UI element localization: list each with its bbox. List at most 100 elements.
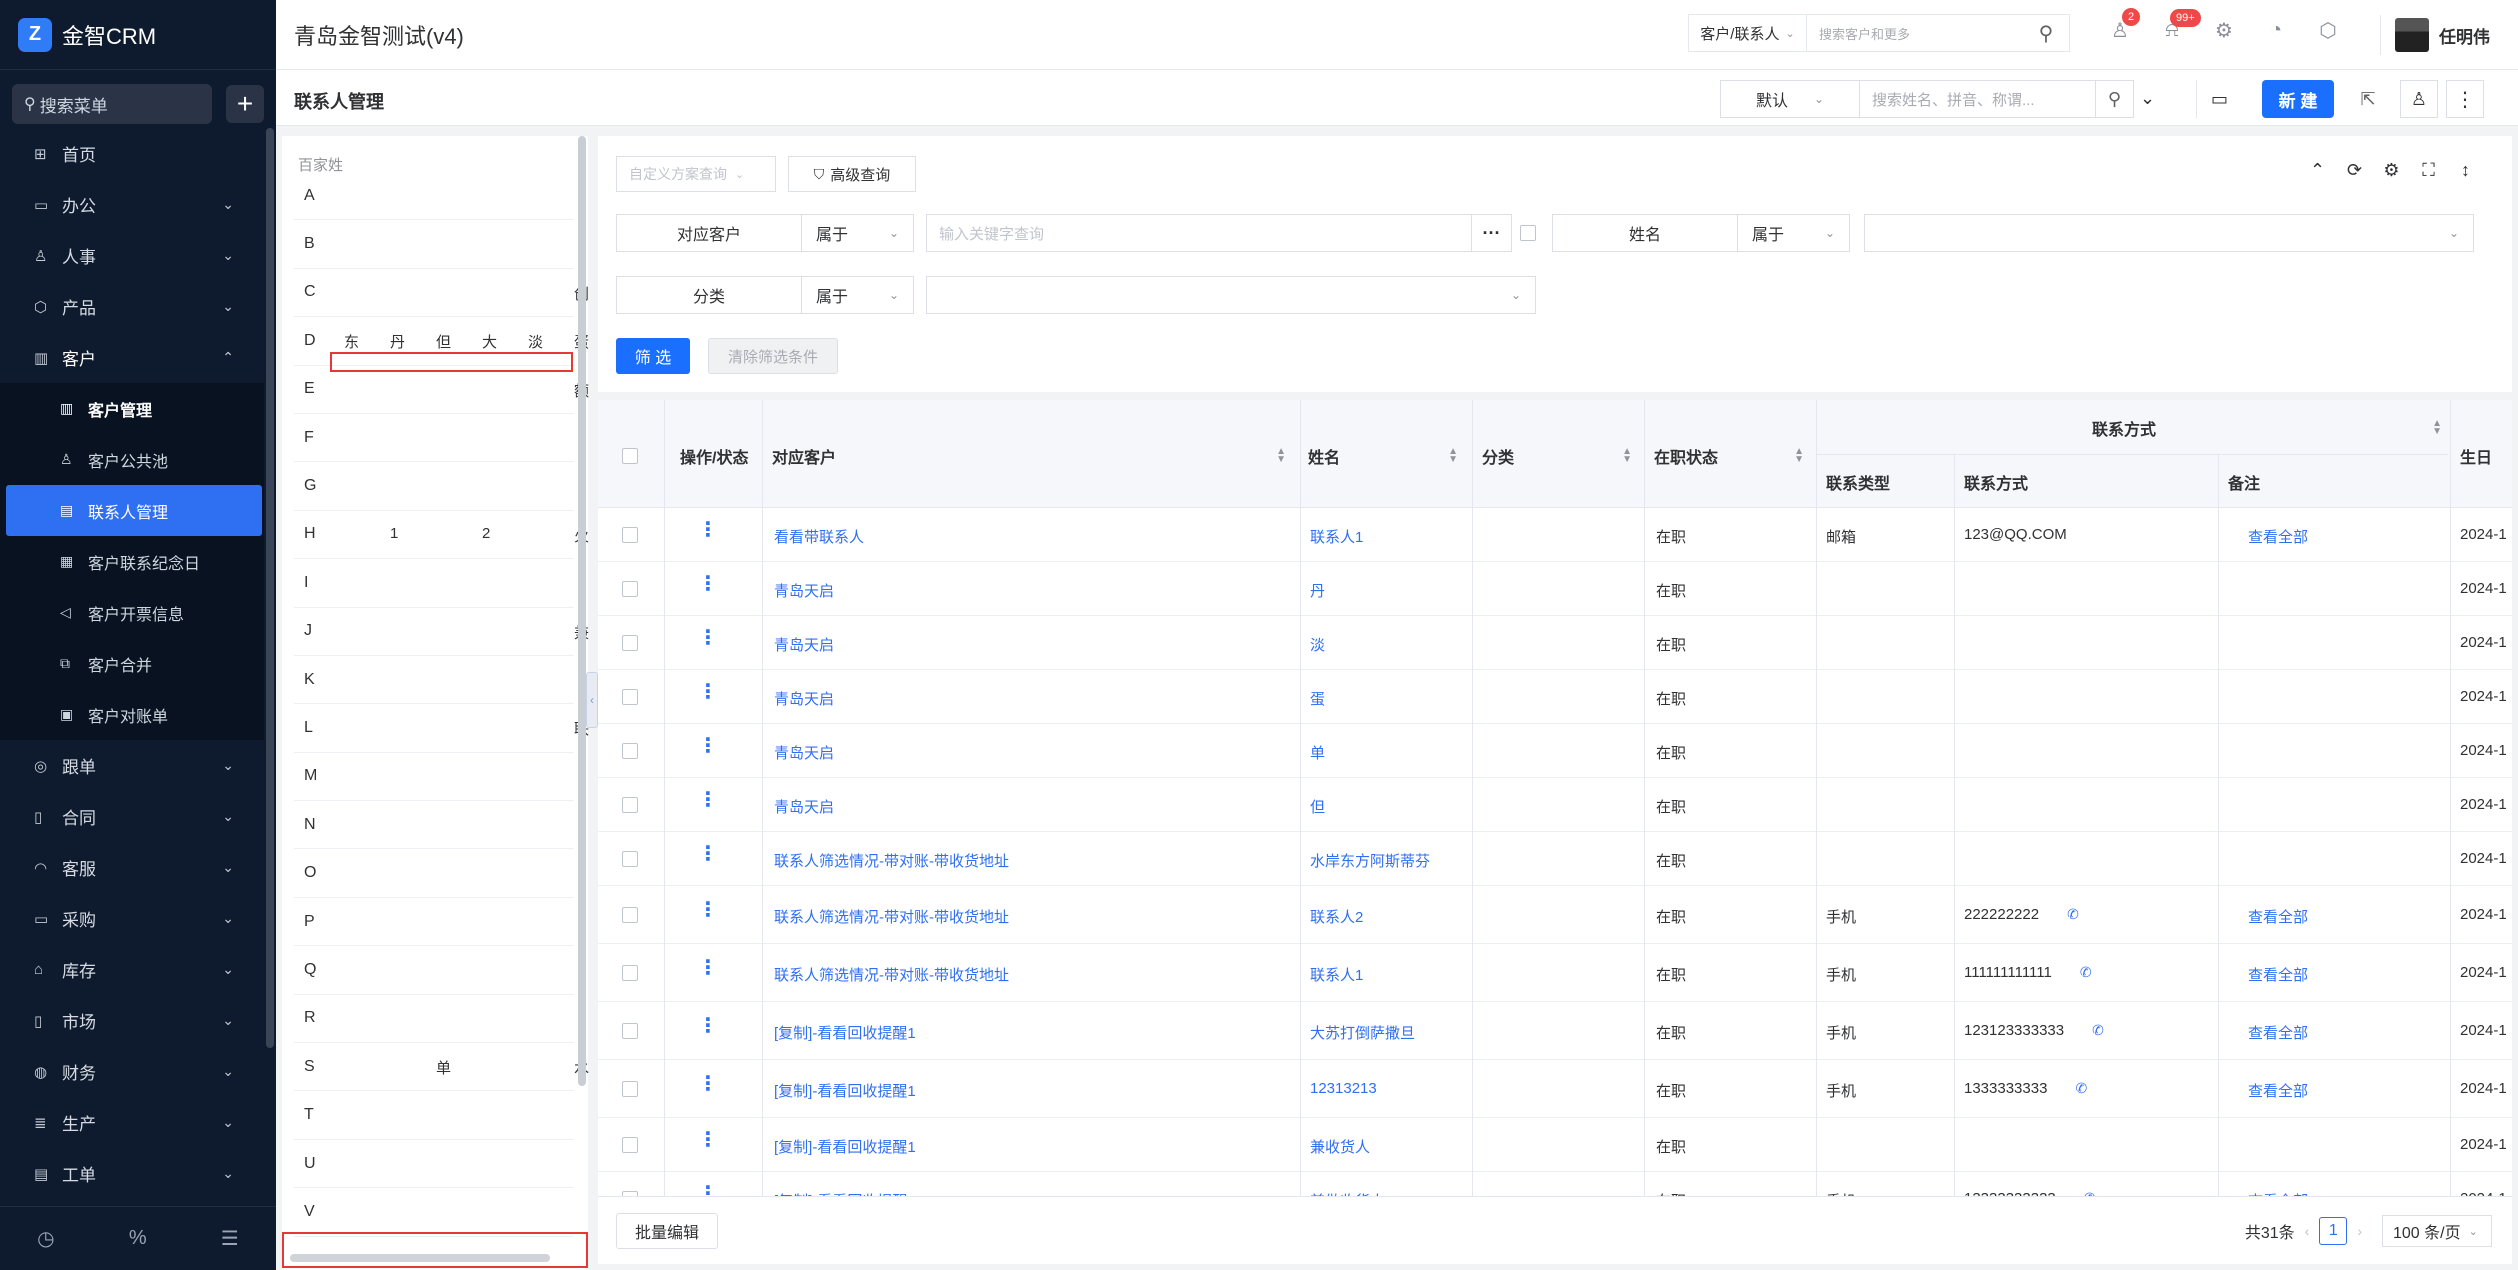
search-icon[interactable]: ⚲: [2023, 21, 2069, 46]
user-menu[interactable]: 任明伟: [2380, 15, 2490, 55]
row-actions-icon[interactable]: ⋮: [698, 790, 718, 810]
horizontal-scrollbar[interactable]: [290, 1254, 550, 1262]
customer-link[interactable]: [复制]-看看回收提醒1: [774, 1136, 916, 1157]
sidebar-item-sidebar.items_after5[interactable]: ▯ 市场 ⌄: [0, 995, 264, 1046]
table-row[interactable]: ⋮ 联系人筛选情况-带对账-带收货地址 联系人2 在职 手机 222222222 ✆ 查看全部…: [598, 886, 2512, 944]
table-row[interactable]: ⋮ 青岛天启 蛋 在职 2024-1: [598, 670, 2512, 724]
surname-letter[interactable]: I: [294, 574, 326, 592]
contact-name-link[interactable]: 联系人2: [1310, 906, 1363, 927]
table-row[interactable]: ⋮ 青岛天启 单 在职 2024-1: [598, 724, 2512, 778]
logo[interactable]: Z 金智CRM: [0, 0, 276, 70]
surname-index-scrollbar[interactable]: [578, 136, 586, 1086]
contact-name-link[interactable]: 大苏打倒萨撒旦: [1310, 1022, 1415, 1043]
sort-icon[interactable]: ▲ ▼: [1276, 447, 1286, 465]
search-scope-select[interactable]: 客户/联系人 ⌄: [1689, 15, 1807, 51]
view-all-link[interactable]: 查看全部: [2248, 1022, 2308, 1043]
menu-search-input[interactable]: ⚲ 搜索菜单: [12, 84, 212, 124]
row-checkbox[interactable]: [622, 1023, 638, 1039]
refresh-icon[interactable]: ⟳: [2336, 160, 2373, 181]
percent-icon[interactable]: %: [129, 1227, 147, 1250]
settings-gear-icon[interactable]: ⚙: [2373, 160, 2410, 181]
sort-icon[interactable]: ▲ ▼: [1794, 447, 1804, 465]
phone-icon[interactable]: ✆: [2080, 964, 2092, 980]
sort-icon[interactable]: ▲ ▼: [1622, 447, 1632, 465]
customer-link[interactable]: 联系人筛选情况-带对账-带收货地址: [774, 850, 1009, 871]
sidebar-item-sidebar.items_after4[interactable]: ⌂ 库存 ⌄: [0, 944, 264, 995]
next-page-icon[interactable]: ›: [2357, 1223, 2362, 1239]
sidebar-item-sidebar.items_after3[interactable]: ▭ 采购 ⌄: [0, 893, 264, 944]
header-status[interactable]: 在职状态 ▲ ▼: [1654, 444, 1804, 468]
print-icon[interactable]: ▭: [2196, 80, 2242, 118]
contact-name-link[interactable]: 淡: [1310, 634, 1325, 655]
surname-chip[interactable]: 1: [390, 525, 398, 542]
tasks-icon[interactable]: ♙ 2: [2094, 8, 2146, 43]
row-checkbox[interactable]: [622, 527, 638, 543]
surname-letter[interactable]: S: [294, 1058, 326, 1076]
row-actions-icon[interactable]: ⋮: [698, 1184, 718, 1196]
sidebar-item-sidebar.items4[interactable]: ▥ 客户 ⌃: [0, 332, 264, 383]
page-size-select[interactable]: 100 条/页 ⌄: [2382, 1215, 2492, 1247]
customer-link[interactable]: [复制]-看看回收提醒1: [774, 1022, 916, 1043]
row-checkbox[interactable]: [622, 797, 638, 813]
filter-operator-select[interactable]: 属于 ⌄: [1738, 214, 1850, 252]
surname-letter[interactable]: V: [294, 1203, 326, 1221]
sidebar-item-sidebar.items_after2[interactable]: ◠ 客服 ⌄: [0, 842, 264, 893]
table-row[interactable]: ⋮ 联系人筛选情况-带对账-带收货地址 联系人1 在职 手机 111111111111 ✆ 查…: [598, 944, 2512, 1002]
table-row[interactable]: ⋮ 青岛天启 丹 在职 2024-1: [598, 562, 2512, 616]
table-row[interactable]: ⋮ [复制]-看看回收提醒1 兼收货人 在职 2024-1: [598, 1118, 2512, 1172]
sidebar-scrollbar[interactable]: [266, 128, 274, 1048]
header-name[interactable]: 姓名 ▲ ▼: [1308, 444, 1458, 468]
box-icon[interactable]: ⬡: [2302, 18, 2354, 43]
surname-letter[interactable]: N: [294, 816, 326, 834]
sidebar-item-sidebar.items1[interactable]: ▭ 办公 ⌄: [0, 179, 264, 230]
surname-chip[interactable]: 东: [344, 331, 359, 352]
more-options-button[interactable]: ···: [1472, 214, 1512, 252]
surname-letter[interactable]: J: [294, 622, 326, 640]
sidebar-subitem-4[interactable]: ◁ 客户开票信息: [0, 587, 264, 638]
row-actions-icon[interactable]: ⋮: [698, 520, 718, 540]
contact-name-link[interactable]: 但: [1310, 796, 1325, 817]
surname-letter[interactable]: F: [294, 429, 326, 447]
filter-checkbox[interactable]: [1520, 225, 1536, 241]
collapse-menu-icon[interactable]: ☰: [221, 1226, 239, 1251]
row-actions-icon[interactable]: ⋮: [698, 958, 718, 978]
contact-name-link[interactable]: 联系人1: [1310, 526, 1363, 547]
surname-letter[interactable]: U: [294, 1155, 326, 1173]
surname-letter[interactable]: Q: [294, 961, 326, 979]
header-contact-group[interactable]: 联系方式 ▲ ▼: [2092, 416, 2442, 440]
sort-icon[interactable]: ▲ ▼: [1448, 447, 1458, 465]
table-row[interactable]: ⋮ [复制]-看看回收提醒1 大苏打倒萨撒旦 在职 手机 123123333333 ✆ 查看全…: [598, 1002, 2512, 1060]
row-checkbox[interactable]: [622, 907, 638, 923]
surname-chip[interactable]: 2: [482, 525, 490, 542]
sort-icon[interactable]: ▲ ▼: [2432, 419, 2442, 437]
header-customer[interactable]: 对应客户 ▲ ▼: [772, 444, 1286, 468]
phone-icon[interactable]: ✆: [2075, 1080, 2087, 1096]
bell-icon[interactable]: ⍾ 99+: [2146, 9, 2201, 42]
surname-letter[interactable]: K: [294, 671, 326, 689]
category-value-select[interactable]: ⌄: [926, 276, 1536, 314]
surname-letter[interactable]: D: [294, 332, 326, 350]
sidebar-item-sidebar.items_after1[interactable]: ▯ 合同 ⌄: [0, 791, 264, 842]
row-checkbox[interactable]: [622, 1081, 638, 1097]
filter-button[interactable]: 筛 选: [616, 338, 690, 374]
surname-letter[interactable]: C: [294, 283, 326, 301]
filter-operator-select[interactable]: 属于 ⌄: [802, 214, 914, 252]
view-all-link[interactable]: 查看全部: [2248, 906, 2308, 927]
collapse-up-icon[interactable]: ⌃: [2299, 160, 2336, 181]
surname-letter[interactable]: H: [294, 525, 326, 543]
row-checkbox[interactable]: [622, 743, 638, 759]
sidebar-item-sidebar.items2[interactable]: ♙ 人事 ⌄: [0, 230, 264, 281]
contact-card-icon[interactable]: ♙: [2400, 80, 2438, 118]
settings-gear-icon[interactable]: ⚙: [2198, 18, 2250, 43]
fullscreen-icon[interactable]: ⛶: [2410, 160, 2447, 181]
contact-name-link[interactable]: 水岸东方阿斯蒂芬: [1310, 850, 1430, 871]
batch-edit-button[interactable]: 批量编辑: [616, 1213, 718, 1249]
sidebar-subitem-0[interactable]: ▥ 客户管理: [0, 383, 264, 434]
sidebar-item-sidebar.items_after0[interactable]: ◎ 跟单 ⌄: [0, 740, 264, 791]
contact-search-input[interactable]: 搜索姓名、拼音、称谓...: [1860, 80, 2096, 118]
view-select[interactable]: 默认 ⌄: [1720, 80, 1860, 118]
row-height-icon[interactable]: ↕: [2447, 160, 2484, 181]
sidebar-item-sidebar.items_after7[interactable]: ≣ 生产 ⌄: [0, 1097, 264, 1148]
export-icon[interactable]: ⇱: [2348, 80, 2388, 118]
surname-letter[interactable]: P: [294, 913, 326, 931]
